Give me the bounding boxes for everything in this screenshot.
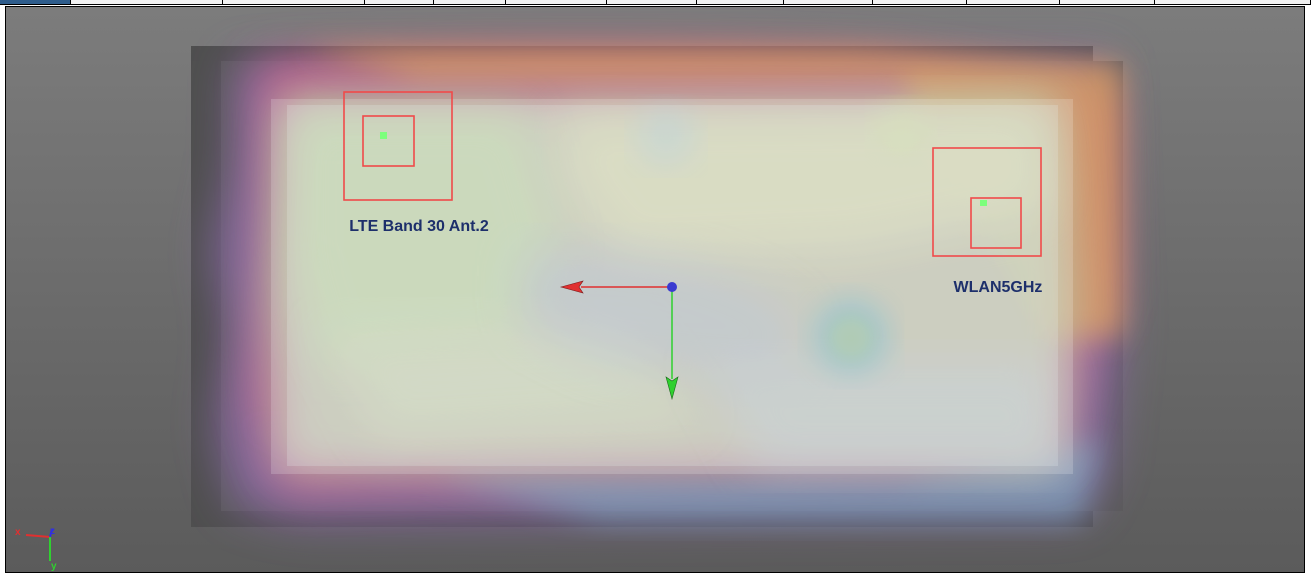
view-tab-7[interactable]	[607, 0, 697, 4]
view-tab-strip	[0, 0, 1311, 5]
triad-z-label: z	[50, 526, 55, 537]
view-tab-3[interactable]	[223, 0, 366, 4]
antenna-feed-port[interactable]	[980, 200, 987, 206]
antenna-label: WLAN5GHz	[954, 279, 1043, 296]
view-tab-5[interactable]	[434, 0, 507, 4]
scene-canvas[interactable]: LTE Band 30 Ant.2 WLAN5GHz x y z	[6, 7, 1304, 572]
axis-triad: x y z	[15, 526, 57, 572]
view-tab-1[interactable]	[0, 0, 71, 4]
view-tab-11[interactable]	[967, 0, 1061, 4]
view-tab-8[interactable]	[697, 0, 785, 4]
view-tab-2[interactable]	[71, 0, 223, 4]
view-tab-10[interactable]	[873, 0, 968, 4]
view-tab-12[interactable]	[1060, 0, 1155, 4]
gizmo-origin-point[interactable]	[667, 282, 677, 292]
view-tab-6[interactable]	[506, 0, 607, 4]
antenna-feed-port[interactable]	[380, 132, 387, 139]
3d-viewport[interactable]: LTE Band 30 Ant.2 WLAN5GHz x y z	[5, 6, 1305, 573]
antenna-label: LTE Band 30 Ant.2	[349, 218, 489, 235]
view-tab-9[interactable]	[784, 0, 874, 4]
triad-x-label: x	[15, 527, 21, 538]
triad-x-axis	[25, 534, 51, 538]
triad-y-label: y	[51, 561, 57, 572]
view-tab-4[interactable]	[365, 0, 434, 4]
view-tab-13[interactable]	[1155, 0, 1311, 4]
